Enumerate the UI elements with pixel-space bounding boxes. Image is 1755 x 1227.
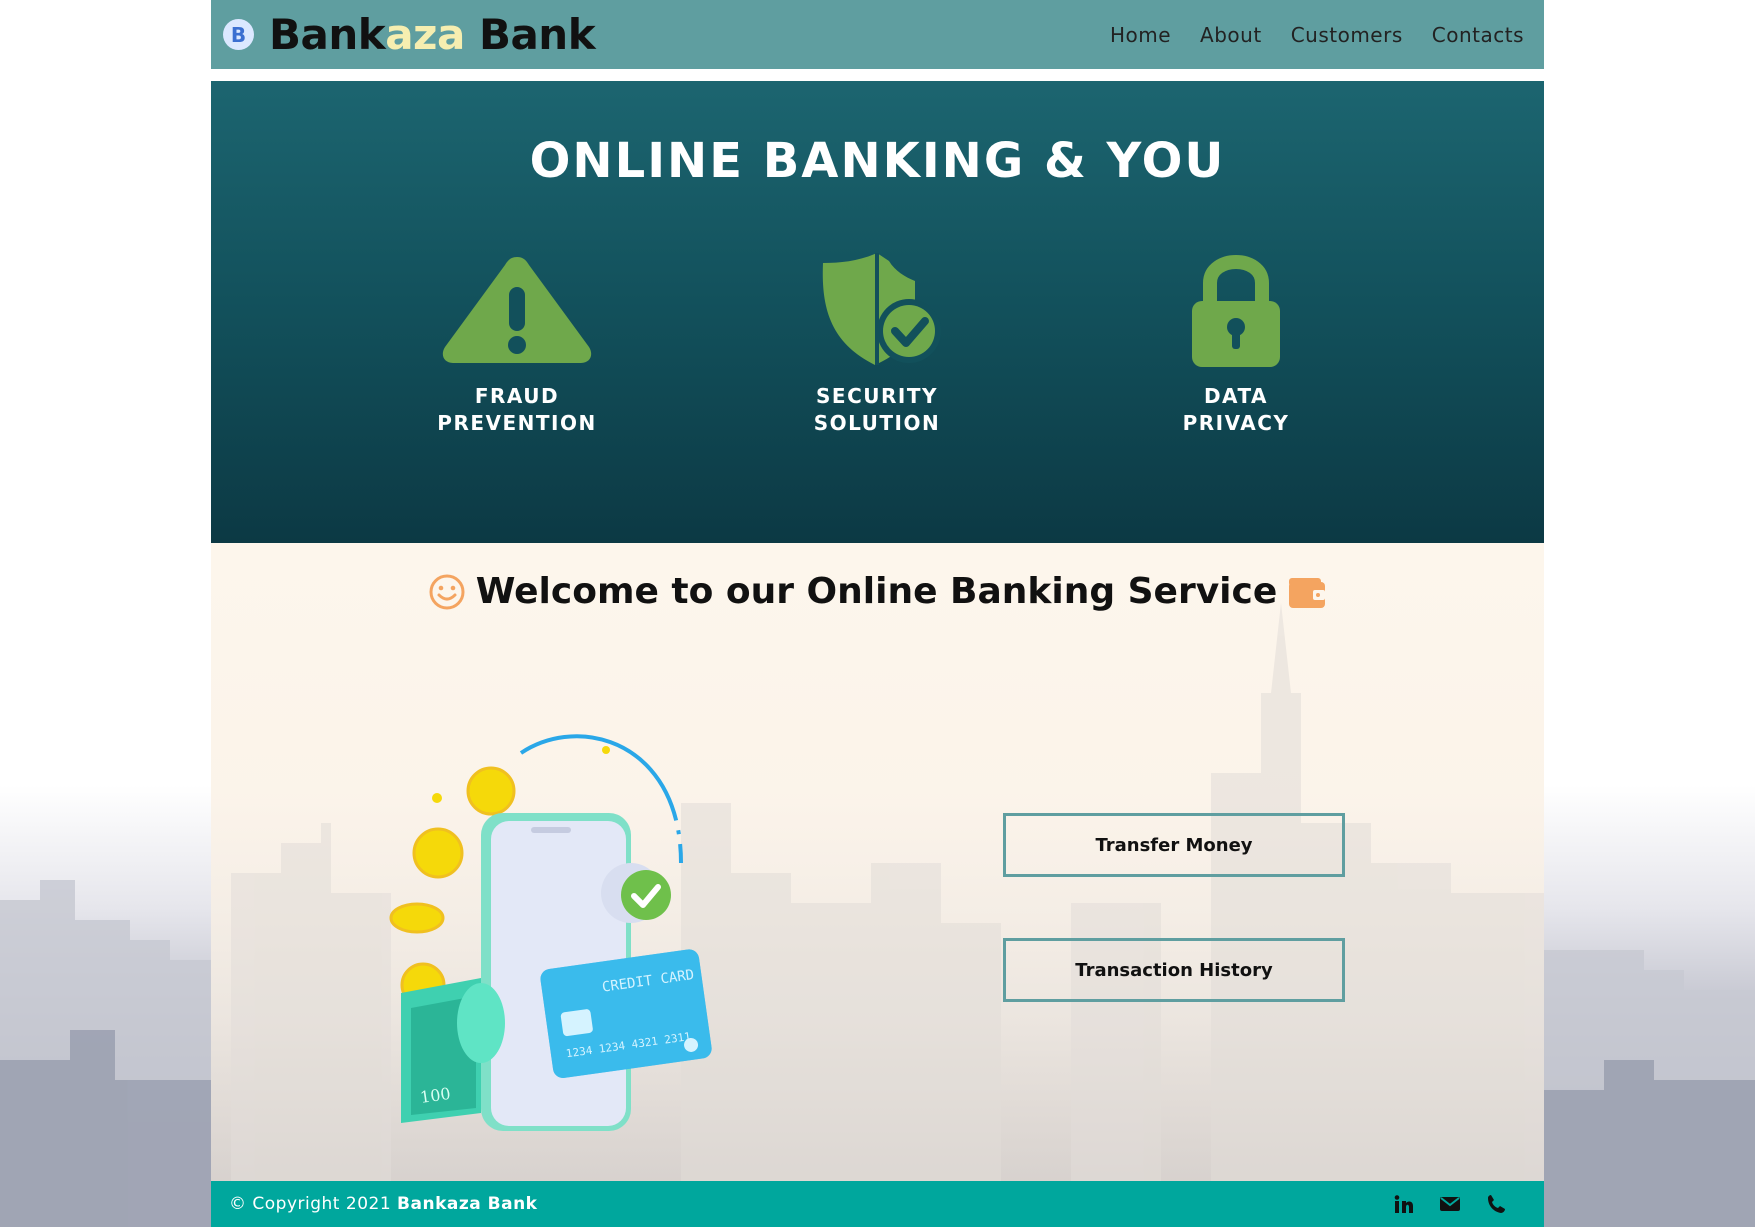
brand-name-part3: Bank bbox=[464, 10, 596, 59]
hero-title: ONLINE BANKING & YOU bbox=[529, 133, 1226, 189]
wallet-icon bbox=[1287, 574, 1327, 610]
brand-name-part1: Bank bbox=[269, 10, 386, 59]
feature-label: SECURITY SOLUTION bbox=[813, 384, 941, 435]
footer-brand: Bankaza Bank bbox=[397, 1194, 538, 1214]
transaction-history-button[interactable]: Transaction History bbox=[1003, 938, 1345, 1002]
welcome-text: Welcome to our Online Banking Service bbox=[475, 571, 1278, 612]
top-navbar: B Bankaza Bank Home About Customers Cont… bbox=[211, 0, 1544, 69]
phone-icon[interactable] bbox=[1486, 1194, 1506, 1214]
copyright-label: © Copyright 2021 bbox=[229, 1194, 398, 1214]
main-nav: Home About Customers Contacts bbox=[1081, 23, 1524, 47]
feature-fraud-prevention: FRAUD PREVENTION bbox=[387, 251, 647, 437]
brand-name: Bankaza Bank bbox=[269, 10, 596, 59]
feature-label: DATA PRIVACY bbox=[1182, 384, 1290, 435]
brand-logo[interactable]: B Bankaza Bank bbox=[223, 10, 596, 59]
nav-customers[interactable]: Customers bbox=[1291, 23, 1403, 47]
warning-icon bbox=[442, 257, 592, 363]
main-content: Welcome to our Online Banking Service 10… bbox=[211, 543, 1544, 1181]
logo-badge-icon: B bbox=[223, 19, 254, 50]
welcome-heading: Welcome to our Online Banking Service bbox=[211, 571, 1544, 612]
hero-banner: ONLINE BANKING & YOU FRAUD PREVENTION SE… bbox=[211, 81, 1544, 543]
copyright-text: © Copyright 2021 Bankaza Bank bbox=[229, 1194, 537, 1214]
linkedin-icon[interactable] bbox=[1394, 1195, 1414, 1213]
transfer-money-button[interactable]: Transfer Money bbox=[1003, 813, 1345, 877]
footer: © Copyright 2021 Bankaza Bank bbox=[211, 1181, 1544, 1227]
feature-label: FRAUD PREVENTION bbox=[437, 384, 597, 435]
mobile-banking-illustration: 100 CREDIT CARD 1234 1234 4321 2311 bbox=[381, 713, 761, 1157]
nav-home[interactable]: Home bbox=[1110, 23, 1171, 47]
feature-data-privacy: DATA PRIVACY bbox=[1106, 251, 1366, 437]
social-links bbox=[1368, 1194, 1506, 1214]
nav-contacts[interactable]: Contacts bbox=[1432, 23, 1524, 47]
page-container: B Bankaza Bank Home About Customers Cont… bbox=[211, 0, 1544, 1227]
shield-check-icon bbox=[822, 253, 941, 365]
feature-security-solution: SECURITY SOLUTION bbox=[747, 251, 1007, 437]
header-divider bbox=[211, 69, 1544, 81]
padlock-icon bbox=[1192, 255, 1280, 367]
smile-icon bbox=[428, 573, 466, 611]
brand-name-highlight: aza bbox=[385, 10, 465, 59]
nav-about[interactable]: About bbox=[1200, 23, 1262, 47]
email-icon[interactable] bbox=[1440, 1196, 1460, 1212]
